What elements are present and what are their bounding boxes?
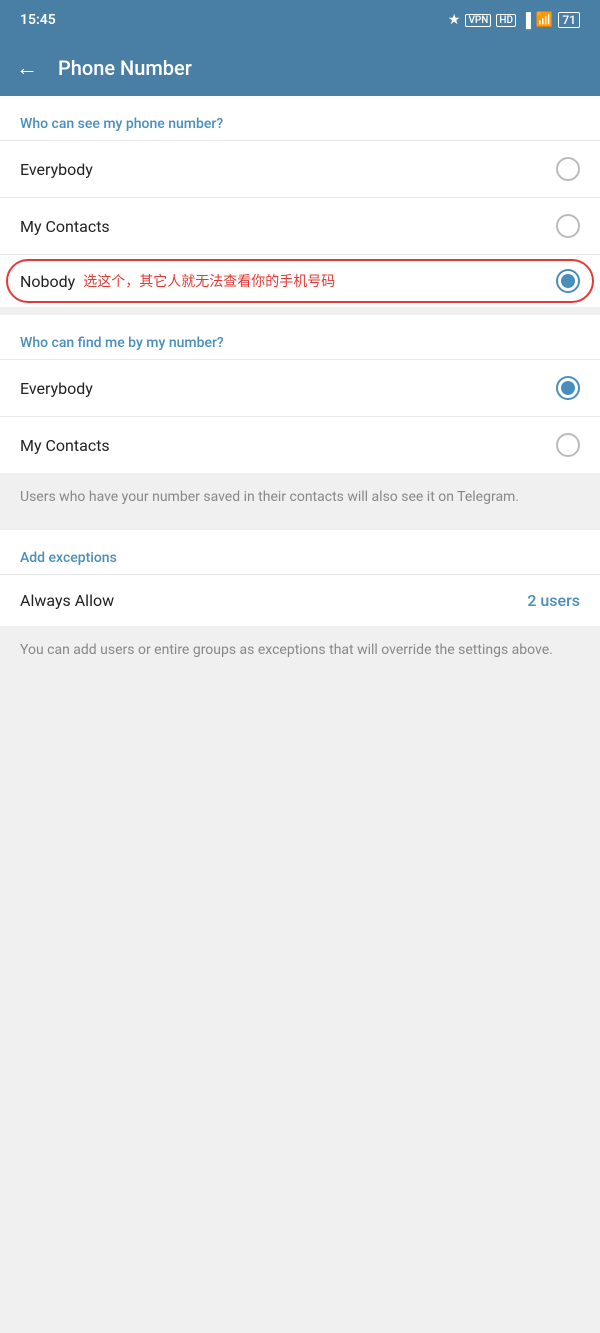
find-everybody-radio[interactable] (556, 376, 580, 400)
can-see-label: Who can see my phone number? (0, 96, 600, 140)
always-allow-label: Always Allow (20, 591, 114, 610)
always-allow-row[interactable]: Always Allow 2 users (0, 574, 600, 626)
status-bar: 15:45 ★ VPN HD ▐ 📶 71 (0, 0, 600, 40)
exceptions-info-text: You can add users or entire groups as ex… (0, 626, 600, 675)
find-my-contacts-label: My Contacts (20, 436, 110, 455)
see-my-contacts-radio[interactable] (556, 214, 580, 238)
see-everybody-label: Everybody (20, 160, 93, 179)
back-button[interactable]: ← (16, 55, 38, 81)
add-exceptions-label[interactable]: Add exceptions (0, 530, 600, 574)
find-info-text: Users who have your number saved in thei… (0, 473, 600, 522)
wifi-icon: 📶 (536, 12, 553, 28)
can-find-label: Who can find me by my number? (0, 315, 600, 359)
status-icons: ★ VPN HD ▐ 📶 71 (448, 12, 580, 29)
find-everybody-row[interactable]: Everybody (0, 359, 600, 416)
see-my-contacts-label: My Contacts (20, 217, 110, 236)
can-find-section: Who can find me by my number? Everybody … (0, 315, 600, 473)
find-everybody-label: Everybody (20, 379, 93, 398)
hd-badge: HD (496, 14, 516, 27)
see-nobody-radio[interactable] (556, 269, 580, 293)
see-my-contacts-row[interactable]: My Contacts (0, 197, 600, 254)
separator-2 (0, 522, 600, 530)
bluetooth-icon: ★ (448, 12, 461, 28)
app-header: ← Phone Number (0, 40, 600, 96)
bottom-spacer (0, 675, 600, 975)
exceptions-section: Add exceptions Always Allow 2 users (0, 530, 600, 626)
always-allow-count: 2 users (527, 591, 580, 610)
see-everybody-row[interactable]: Everybody (0, 140, 600, 197)
see-nobody-label: Nobody (20, 272, 75, 291)
battery-icon: 71 (558, 12, 580, 28)
find-my-contacts-radio[interactable] (556, 433, 580, 457)
page-title: Phone Number (58, 56, 192, 80)
see-nobody-row[interactable]: Nobody 选这个，其它人就无法查看你的手机号码 (0, 254, 600, 307)
see-everybody-radio[interactable] (556, 157, 580, 181)
status-time: 15:45 (20, 12, 56, 28)
find-my-contacts-row[interactable]: My Contacts (0, 416, 600, 473)
signal-icon: ▐ (521, 12, 531, 29)
vpn-badge: VPN (465, 14, 491, 27)
can-see-section: Who can see my phone number? Everybody M… (0, 96, 600, 307)
nobody-chinese-annotation: 选这个，其它人就无法查看你的手机号码 (83, 271, 335, 291)
separator-1 (0, 307, 600, 315)
